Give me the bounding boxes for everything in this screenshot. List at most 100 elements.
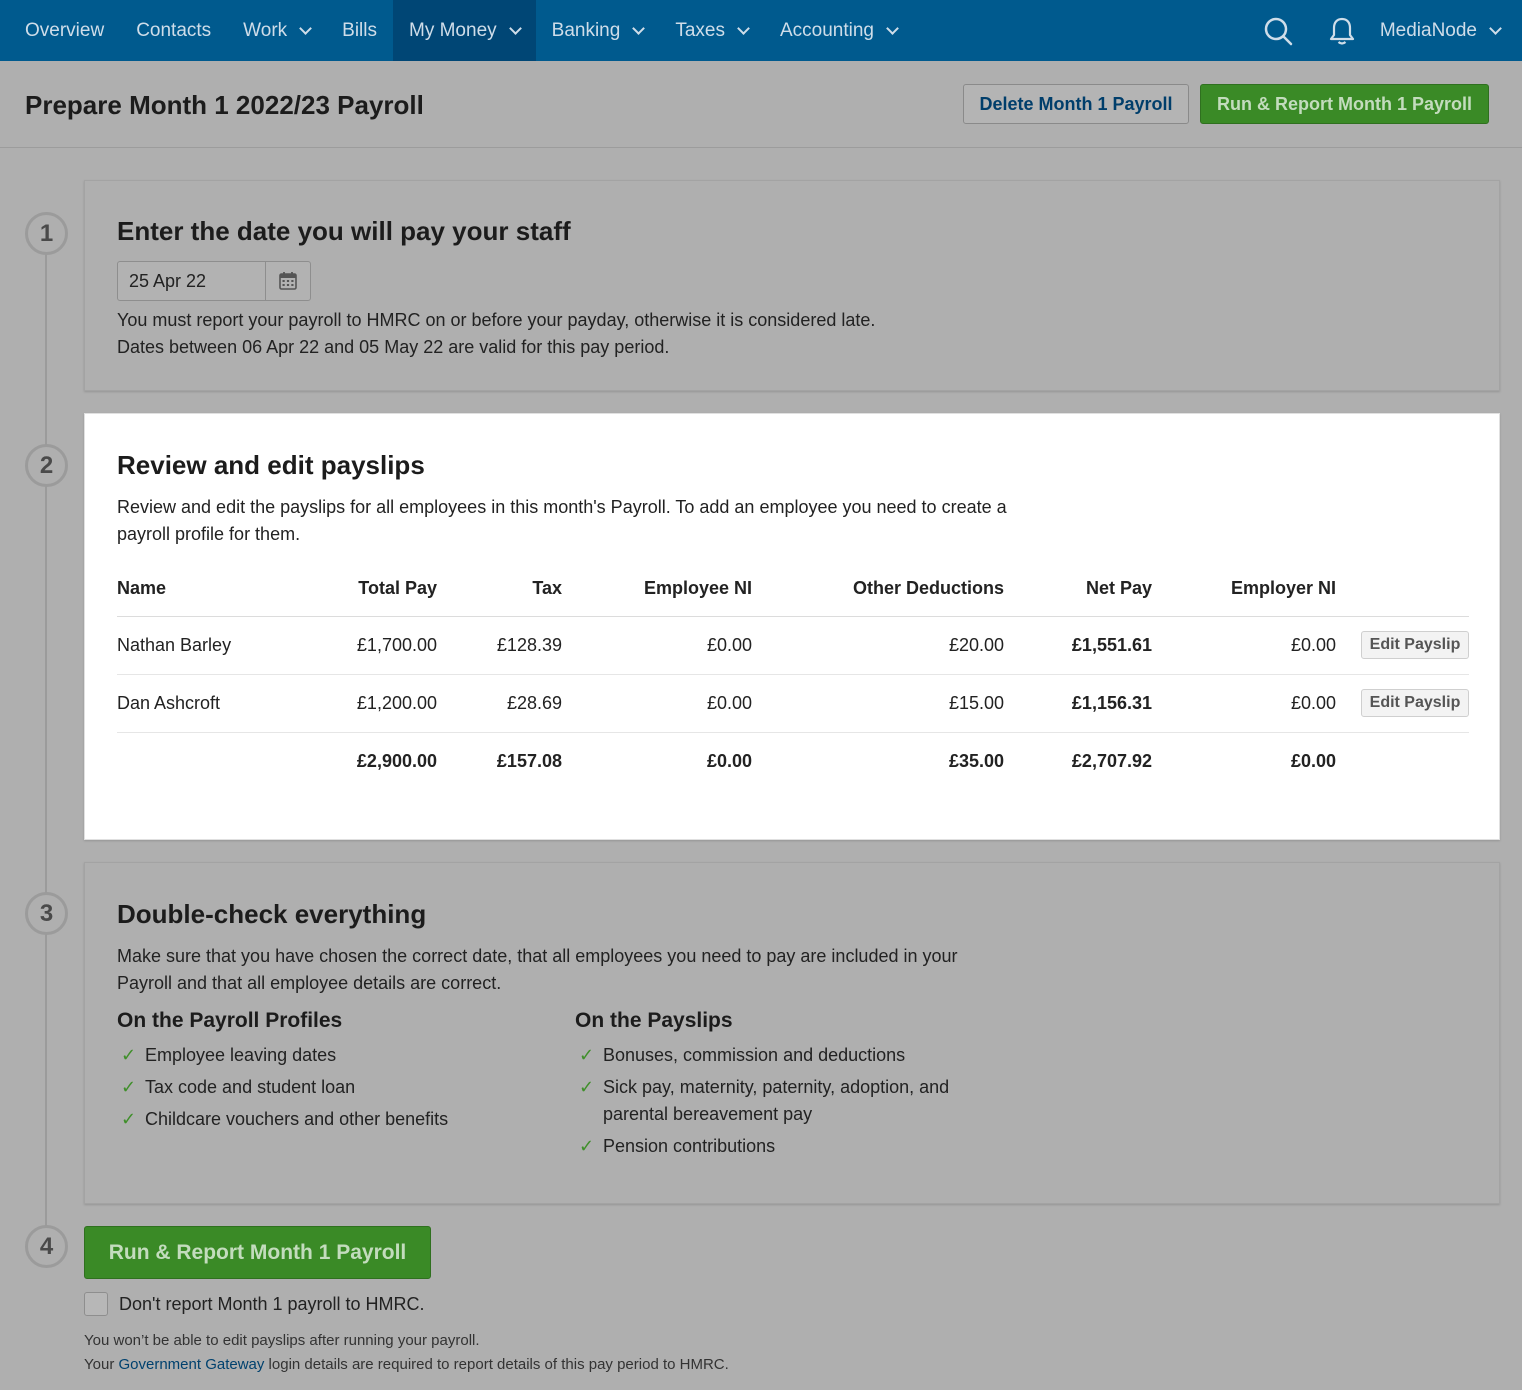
nav-item-label: Accounting — [779, 19, 874, 41]
check-icon: ✓ — [121, 1045, 137, 1065]
government-gateway-link[interactable]: Government Gateway — [118, 1356, 264, 1373]
step-title: Double-check everything — [117, 899, 427, 929]
nav-item-banking[interactable]: Banking — [536, 0, 660, 61]
step-description: Make sure that you have chosen the corre… — [117, 946, 958, 966]
notifications-button[interactable] — [1310, 0, 1374, 61]
calendar-button[interactable] — [265, 262, 310, 300]
column-header-actions — [1336, 562, 1469, 617]
step-description: Review and edit the payslips for all emp… — [117, 497, 1007, 517]
nav-item-label: Bills — [342, 19, 377, 41]
nav-item-contacts[interactable]: Contacts — [120, 0, 227, 61]
nav-item-label: Work — [243, 19, 288, 41]
checklist-item-label: Bonuses, commission and deductions — [603, 1045, 906, 1065]
edit-warning-note: You won’t be able to edit payslips after… — [84, 1332, 480, 1349]
check-icon: ✓ — [121, 1109, 137, 1129]
checklist-item-label: Sick pay, maternity, paternity, adoption… — [603, 1077, 950, 1124]
column-header: Tax — [437, 562, 562, 617]
checklist-item: ✓ Childcare vouchers and other benefits — [117, 1106, 557, 1133]
total-pay-total: £2,900.00 — [356, 750, 437, 771]
actions-cell: Edit Payslip — [1336, 616, 1469, 675]
search-button[interactable] — [1246, 0, 1310, 61]
step-description: Payroll and that all employee details ar… — [117, 973, 502, 993]
check-icon: ✓ — [579, 1077, 595, 1097]
step-title: Review and edit payslips — [117, 450, 425, 480]
edit-payslip-button[interactable]: Edit Payslip — [1361, 689, 1469, 717]
checklist-item: ✓ Sick pay, maternity, paternity, adoptio… — [575, 1074, 995, 1128]
checklist-item: ✓ Employee leaving dates — [117, 1042, 557, 1069]
run-report-payroll-button[interactable]: Run & Report Month 1 Payroll — [84, 1226, 431, 1279]
delete-payroll-button[interactable]: Delete Month 1 Payroll — [963, 84, 1189, 124]
checklist-item-label: Pension contributions — [603, 1136, 776, 1156]
top-nav: Overview Contacts Work Bills My Money Ba… — [0, 0, 1522, 61]
step-number: 3 — [25, 892, 68, 935]
report-warning: You must report your payroll to HMRC on … — [117, 310, 876, 330]
nav-item-label: Overview — [25, 19, 105, 41]
net-pay-cell: £1,156.31 — [1004, 674, 1152, 733]
checklist-item-label: Tax code and student loan — [145, 1077, 356, 1097]
totals-label-cell — [117, 732, 297, 790]
nav-item-label: Taxes — [675, 19, 725, 41]
nav-item-work[interactable]: Work — [227, 0, 326, 61]
employee-name: Nathan Barley — [117, 616, 297, 675]
run-report-payroll-button[interactable]: Run & Report Month 1 Payroll — [1200, 84, 1489, 124]
checklist-item-label: Childcare vouchers and other benefits — [145, 1109, 449, 1129]
edit-payslip-button[interactable]: Edit Payslip — [1361, 631, 1469, 659]
checklist-heading: On the Payslips — [575, 1009, 733, 1032]
actions-cell — [1336, 732, 1469, 790]
table-row: Nathan Barley £1,700.00 £128.39 £0.00 £2… — [117, 616, 1469, 675]
nav-item-overview[interactable]: Overview — [0, 0, 120, 61]
table-header-row: Name Total Pay Tax Employee NI Other Ded… — [117, 562, 1469, 617]
bell-icon — [1329, 17, 1354, 45]
pay-date-field[interactable]: 25 Apr 22 — [117, 261, 311, 301]
org-menu[interactable]: MediaNode — [1380, 20, 1502, 42]
step-timeline — [45, 254, 47, 1234]
nav-item-my-money[interactable]: My Money — [393, 0, 536, 61]
dont-report-label: Don't report Month 1 payroll to HMRC. — [119, 1293, 425, 1314]
nav-item-label: Banking — [551, 19, 621, 41]
checklist-item: ✓ Pension contributions — [575, 1133, 995, 1160]
check-icon: ✓ — [121, 1077, 137, 1097]
chevron-down-icon — [886, 21, 899, 35]
step-number: 4 — [25, 1225, 68, 1268]
nav-item-accounting[interactable]: Accounting — [764, 0, 913, 61]
tax-total: £157.08 — [496, 750, 562, 771]
step-1-panel: Enter the date you will pay your staff 2… — [84, 180, 1500, 391]
checklist-item-label: Employee leaving dates — [145, 1045, 337, 1065]
nav-item-bills[interactable]: Bills — [326, 0, 393, 61]
total-pay-cell: £1,700.00 — [297, 616, 437, 675]
step-description: payroll profile for them. — [117, 524, 301, 544]
payslips-table: Name Total Pay Tax Employee NI Other Ded… — [117, 562, 1469, 790]
page-header: Prepare Month 1 2022/23 Payroll Delete M… — [0, 61, 1522, 148]
checklist-item: ✓ Bonuses, commission and deductions — [575, 1042, 995, 1069]
chevron-down-icon — [299, 21, 313, 35]
gateway-note-suffix: login details are required to report det… — [264, 1356, 729, 1373]
gateway-note-prefix: Your — [84, 1356, 119, 1373]
employee-ni-cell: £0.00 — [562, 674, 752, 733]
employer-ni-cell: £0.00 — [1152, 616, 1336, 675]
other-deductions-cell: £15.00 — [752, 674, 1004, 733]
nav-item-taxes[interactable]: Taxes — [659, 0, 764, 61]
payslips-checklist: On the Payslips ✓ Bonuses, commission and… — [575, 1009, 995, 1165]
chevron-down-icon — [508, 21, 522, 35]
column-header: Other Deductions — [752, 562, 1004, 617]
dont-report-checkbox[interactable] — [84, 1292, 108, 1316]
nav-item-label: Contacts — [136, 19, 212, 41]
calendar-icon — [279, 272, 297, 290]
table-row: Dan Ashcroft £1,200.00 £28.69 £0.00 £15.… — [117, 674, 1469, 733]
totals-row: £2,900.00 £157.08 £0.00 £35.00 £2,707.92… — [117, 732, 1469, 790]
column-header: Net Pay — [1004, 562, 1152, 617]
net-pay-cell: £1,551.61 — [1004, 616, 1152, 675]
employer-ni-total: £0.00 — [1290, 750, 1336, 771]
gateway-note: Your Government Gateway login details ar… — [84, 1356, 729, 1373]
tax-cell: £28.69 — [437, 674, 562, 733]
checklist-item: ✓ Tax code and student loan — [117, 1074, 557, 1101]
check-icon: ✓ — [579, 1045, 595, 1065]
employee-ni-cell: £0.00 — [562, 616, 752, 675]
actions-cell: Edit Payslip — [1336, 674, 1469, 733]
other-deductions-cell: £20.00 — [752, 616, 1004, 675]
step-2-panel: Review and edit payslips Review and edit… — [84, 413, 1500, 840]
valid-dates-note: Dates between 06 Apr 22 and 05 May 22 ar… — [117, 337, 670, 357]
step-title: Enter the date you will pay your staff — [117, 216, 571, 246]
page-title: Prepare Month 1 2022/23 Payroll — [25, 90, 424, 120]
check-icon: ✓ — [579, 1136, 595, 1156]
